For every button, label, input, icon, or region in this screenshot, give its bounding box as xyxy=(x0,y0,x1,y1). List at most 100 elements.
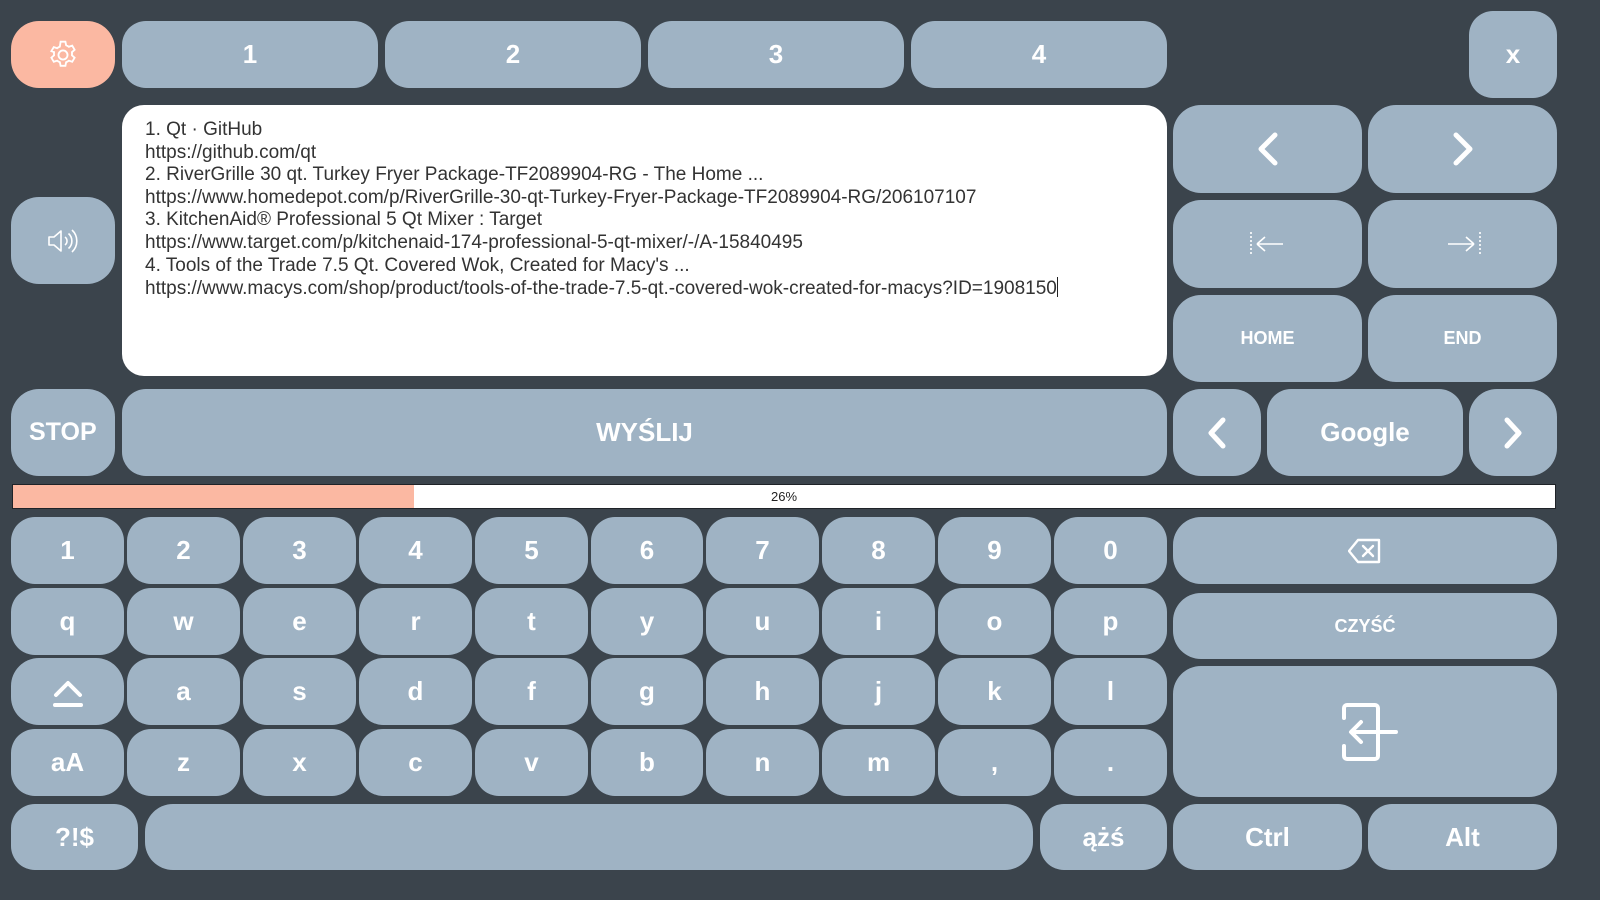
key-w[interactable]: w xyxy=(127,588,240,655)
key-p[interactable]: p xyxy=(1054,588,1167,655)
key-label: r xyxy=(410,606,421,636)
key-a[interactable]: a xyxy=(127,658,240,725)
chevron-right-icon xyxy=(1501,416,1525,450)
key-n[interactable]: n xyxy=(706,729,819,796)
home-label: HOME xyxy=(1240,328,1295,348)
tab-label: 4 xyxy=(1031,39,1047,69)
key-label: z xyxy=(177,747,190,777)
text-area[interactable]: 1. Qt · GitHub https://github.com/qt 2. … xyxy=(122,105,1167,376)
key-label: Alt xyxy=(1445,821,1480,852)
next-button[interactable] xyxy=(1368,105,1557,193)
word-right-button[interactable] xyxy=(1368,200,1557,288)
key-m[interactable]: m xyxy=(822,729,935,796)
key-k[interactable]: k xyxy=(938,658,1051,725)
word-left-button[interactable] xyxy=(1173,200,1362,288)
key-label: 6 xyxy=(639,535,655,565)
speak-button[interactable] xyxy=(11,197,115,284)
symbols-button[interactable]: ?!$ xyxy=(11,804,138,870)
key-label: t xyxy=(527,606,536,636)
key-label: 1 xyxy=(60,535,75,565)
key-g[interactable]: g xyxy=(591,658,703,725)
key-b[interactable]: b xyxy=(591,729,703,796)
ctrl-button[interactable]: Ctrl xyxy=(1173,804,1362,870)
key-label: 7 xyxy=(755,535,770,565)
key-4[interactable]: 4 xyxy=(359,517,472,584)
key-period[interactable]: . xyxy=(1054,729,1167,796)
key-f[interactable]: f xyxy=(475,658,588,725)
space-bar[interactable] xyxy=(145,804,1033,870)
case-toggle-button[interactable]: aA xyxy=(11,729,124,796)
text-cursor xyxy=(1056,277,1058,298)
send-label: WYŚLIJ xyxy=(596,417,693,447)
end-button[interactable]: END xyxy=(1368,295,1557,382)
engine-prev-button[interactable] xyxy=(1173,389,1261,476)
text-line: https://www.target.com/p/kitchenaid-174-… xyxy=(145,231,803,253)
text-line: 3. KitchenAid® Professional 5 Qt Mixer :… xyxy=(145,209,542,231)
engine-button[interactable]: Google xyxy=(1267,389,1463,476)
enter-button[interactable] xyxy=(1173,666,1557,797)
key-y[interactable]: y xyxy=(591,588,703,655)
prev-button[interactable] xyxy=(1173,105,1362,193)
key-6[interactable]: 6 xyxy=(591,517,703,584)
key-l[interactable]: l xyxy=(1054,658,1167,725)
chevron-left-icon xyxy=(1205,416,1229,450)
key-0[interactable]: 0 xyxy=(1054,517,1167,584)
key-h[interactable]: h xyxy=(706,658,819,725)
key-j[interactable]: j xyxy=(822,658,935,725)
key-r[interactable]: r xyxy=(359,588,472,655)
key-v[interactable]: v xyxy=(475,729,588,796)
key-2[interactable]: 2 xyxy=(127,517,240,584)
key-label: ążś xyxy=(1082,821,1125,852)
backspace-icon xyxy=(1348,538,1382,564)
key-9[interactable]: 9 xyxy=(938,517,1051,584)
tab-1[interactable]: 1 xyxy=(122,21,378,88)
tab-4[interactable]: 4 xyxy=(911,21,1167,88)
speaker-icon xyxy=(46,227,80,255)
key-s[interactable]: s xyxy=(243,658,356,725)
key-z[interactable]: z xyxy=(127,729,240,796)
key-label: u xyxy=(754,606,771,636)
key-e[interactable]: e xyxy=(243,588,356,655)
key-label: w xyxy=(173,606,194,636)
tab-label: 1 xyxy=(242,39,258,69)
key-label: v xyxy=(524,747,539,777)
shift-button[interactable] xyxy=(11,658,124,725)
text-line: 1. Qt · GitHub xyxy=(145,119,263,140)
home-button[interactable]: HOME xyxy=(1173,295,1362,382)
key-comma[interactable]: , xyxy=(938,729,1051,796)
key-label: g xyxy=(639,676,655,706)
key-label: q xyxy=(59,606,76,636)
key-label: s xyxy=(292,676,307,706)
settings-button[interactable] xyxy=(11,21,115,88)
progress-label: 26% xyxy=(770,489,798,504)
stop-button[interactable]: STOP xyxy=(11,389,115,476)
key-7[interactable]: 7 xyxy=(706,517,819,584)
clear-button[interactable]: CZYŚĆ xyxy=(1173,593,1557,659)
key-label: Ctrl xyxy=(1245,821,1290,852)
key-8[interactable]: 8 xyxy=(822,517,935,584)
alt-button[interactable]: Alt xyxy=(1368,804,1557,870)
backspace-button[interactable] xyxy=(1173,517,1557,584)
tab-2[interactable]: 2 xyxy=(385,21,641,88)
polish-chars-button[interactable]: ążś xyxy=(1040,804,1167,870)
engine-next-button[interactable] xyxy=(1469,389,1557,476)
key-u[interactable]: u xyxy=(706,588,819,655)
send-button[interactable]: WYŚLIJ xyxy=(122,389,1167,476)
key-o[interactable]: o xyxy=(938,588,1051,655)
key-t[interactable]: t xyxy=(475,588,588,655)
key-c[interactable]: c xyxy=(359,729,472,796)
key-label: l xyxy=(1106,676,1115,706)
key-5[interactable]: 5 xyxy=(475,517,588,584)
key-x[interactable]: x xyxy=(243,729,356,796)
clear-label: CZYŚĆ xyxy=(1334,615,1396,636)
key-3[interactable]: 3 xyxy=(243,517,356,584)
key-label: p xyxy=(1102,606,1119,636)
key-i[interactable]: i xyxy=(822,588,935,655)
key-q[interactable]: q xyxy=(11,588,124,655)
close-button[interactable]: x xyxy=(1469,11,1557,98)
tab-3[interactable]: 3 xyxy=(648,21,904,88)
text-line-last: https://www.macys.com/shop/product/tools… xyxy=(145,277,1144,301)
text-line: https://github.com/qt xyxy=(145,141,317,163)
key-1[interactable]: 1 xyxy=(11,517,124,584)
key-d[interactable]: d xyxy=(359,658,472,725)
